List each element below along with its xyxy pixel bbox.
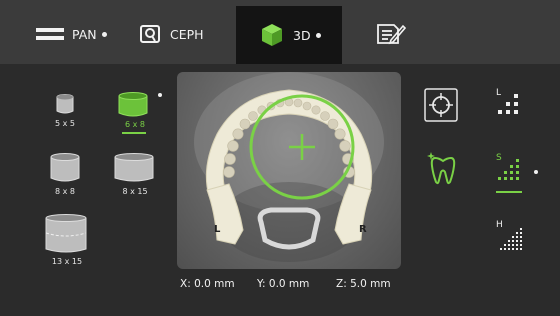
coord-y: Y: 0.0 mm	[257, 278, 310, 290]
coord-x: X: 0.0 mm	[180, 278, 235, 290]
tooth-sparkle-icon	[427, 152, 456, 185]
volume-8x15-button[interactable]: 8 x 15	[110, 150, 160, 198]
resolution-low-button[interactable]: L	[496, 88, 526, 120]
tab-3d[interactable]: 3D	[236, 6, 342, 64]
crosshair-target-icon	[424, 88, 458, 122]
tab-ceph-label: CEPH	[170, 26, 204, 42]
mode-tab-bar: PAN CEPH 3D	[0, 0, 560, 64]
volume-13x15-label: 13 x 15	[51, 257, 83, 266]
tab-pan[interactable]: PAN	[36, 14, 107, 54]
resolution-standard-button[interactable]: S	[496, 153, 538, 195]
volume-6x8-underline	[122, 132, 146, 134]
volume-8x15-label: 8 x 15	[122, 187, 148, 196]
volume-5x5-label: 5 x 5	[55, 119, 75, 128]
notes-edit-icon	[376, 22, 407, 46]
tab-pan-indicator	[101, 31, 107, 37]
cube-icon	[260, 23, 284, 47]
panoramic-icon	[36, 26, 64, 42]
right-side-marker: R	[359, 224, 367, 235]
resolution-grid-icon	[500, 228, 522, 250]
volume-8x8-label: 8 x 8	[55, 187, 75, 196]
tab-3d-label: 3D	[293, 27, 311, 43]
volume-cylinder-icon	[114, 153, 154, 182]
tab-3d-indicator	[315, 32, 321, 38]
dental-imaging-app: PAN CEPH 3D 5 x 5 6 x 8 8 x 8 8 x 15 13 …	[0, 0, 560, 316]
volume-cylinder-icon	[56, 94, 74, 114]
volume-selected-indicator	[158, 93, 162, 97]
resolution-grid-icon	[498, 94, 518, 114]
jaw-xray-image	[194, 72, 384, 262]
tooth-select-button[interactable]	[427, 150, 459, 188]
volume-cylinder-icon	[50, 153, 80, 182]
resolution-grid-icon	[498, 159, 519, 180]
xray-preview[interactable]: L R	[177, 72, 401, 269]
volume-6x8-label: 6 x 8	[125, 120, 145, 129]
volume-5x5-button[interactable]: 5 x 5	[42, 92, 88, 132]
resolution-selected-indicator	[534, 170, 538, 174]
center-target-button[interactable]	[424, 88, 458, 122]
volume-13x15-button[interactable]: 13 x 15	[42, 212, 92, 270]
ceph-icon	[140, 25, 160, 43]
coord-z: Z: 5.0 mm	[336, 278, 391, 290]
resolution-standard-underline	[496, 191, 522, 193]
tab-pan-label: PAN	[72, 26, 97, 42]
volume-8x8-button[interactable]: 8 x 8	[42, 150, 88, 198]
volume-cylinder-icon	[118, 92, 148, 117]
resolution-high-button[interactable]: H	[496, 220, 528, 254]
left-side-marker: L	[214, 224, 221, 235]
volume-6x8-button[interactable]: 6 x 8	[110, 88, 162, 134]
volume-cylinder-icon	[45, 214, 87, 253]
tab-ceph[interactable]: CEPH	[140, 14, 204, 54]
tab-notes[interactable]	[376, 14, 407, 54]
